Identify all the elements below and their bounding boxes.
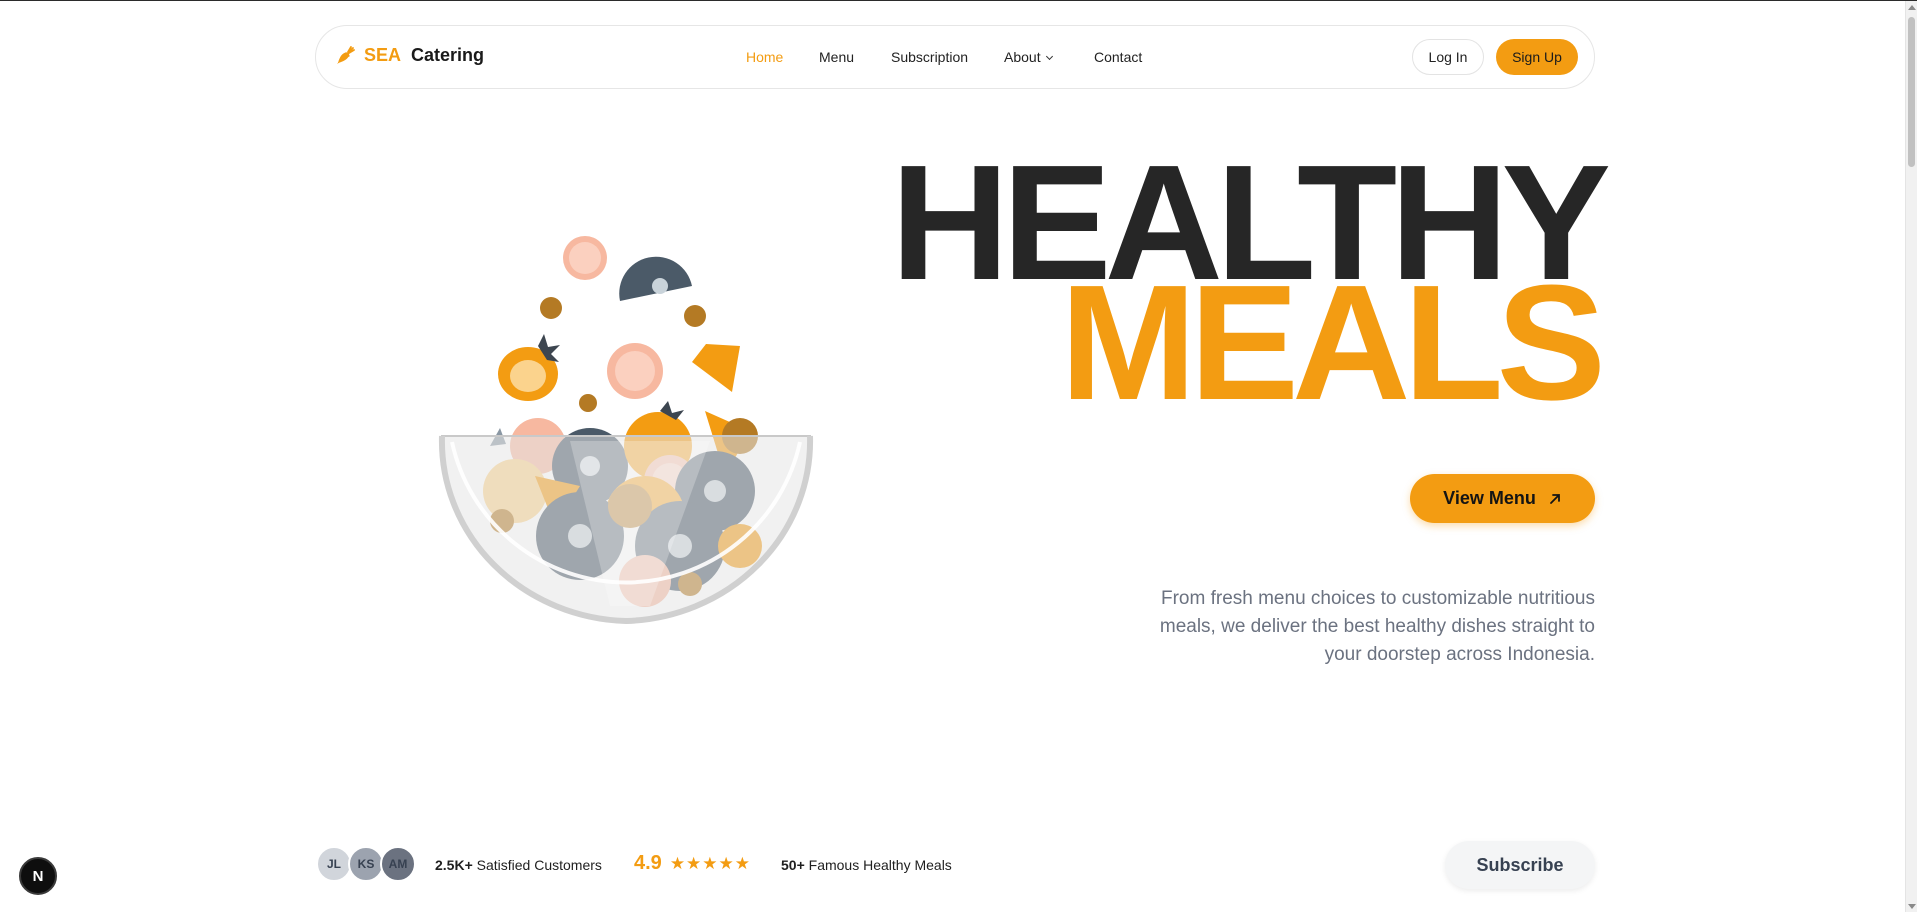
scroll-up-arrow-icon[interactable] xyxy=(1908,5,1916,10)
hero-title-line-2: MEALS xyxy=(1060,251,1606,434)
nav-link-contact[interactable]: Contact xyxy=(1094,49,1142,65)
star-rating-icon: ★★★★★ xyxy=(669,853,752,873)
vertical-scrollbar[interactable] xyxy=(1905,1,1917,912)
nav-link-about-label: About xyxy=(1004,49,1041,65)
carrot-icon xyxy=(337,46,355,64)
customers-count: 2.5K+ xyxy=(435,857,473,873)
nav-link-home[interactable]: Home xyxy=(746,49,783,65)
avatar: JL xyxy=(316,846,352,882)
brand-logo-link[interactable]: SEA Catering xyxy=(334,44,484,66)
view-menu-button[interactable]: View Menu xyxy=(1410,474,1595,523)
rating-value: 4.9 xyxy=(634,852,662,874)
stat-customers: 2.5K+ Satisfied Customers xyxy=(435,857,602,873)
hero-description: From fresh menu choices to customizable … xyxy=(1159,588,1595,665)
meals-label: Famous Healthy Meals xyxy=(808,857,952,873)
login-button[interactable]: Log In xyxy=(1412,39,1484,75)
avatar: AM xyxy=(380,846,416,882)
navbar: SEA Catering Home Menu Subscription Abou… xyxy=(315,25,1595,89)
rating: 4.9 ★★★★★ xyxy=(634,852,751,875)
nextjs-dev-badge-icon[interactable]: N xyxy=(19,857,57,895)
signup-button[interactable]: Sign Up xyxy=(1496,39,1578,75)
stat-meals: 50+ Famous Healthy Meals xyxy=(781,857,952,873)
customers-label: Satisfied Customers xyxy=(476,857,602,873)
chevron-down-icon xyxy=(1045,52,1053,61)
fruit-bowl-illustration xyxy=(438,236,814,625)
nav-link-menu[interactable]: Menu xyxy=(819,49,854,65)
scrollbar-thumb[interactable] xyxy=(1908,17,1915,167)
brand-accent-text: SEA xyxy=(364,44,402,65)
avatar: KS xyxy=(348,846,384,882)
subscribe-button[interactable]: Subscribe xyxy=(1445,841,1595,889)
brand-name-text: Catering xyxy=(411,44,485,65)
arrow-up-right-icon xyxy=(1549,493,1560,504)
view-menu-label: View Menu xyxy=(1443,488,1536,508)
customer-avatars: JL KS AM xyxy=(316,846,416,882)
nav-link-about[interactable]: About xyxy=(1004,49,1053,65)
nav-link-subscription[interactable]: Subscription xyxy=(891,49,968,65)
meals-count: 50+ xyxy=(781,857,805,873)
scroll-down-arrow-icon[interactable] xyxy=(1908,904,1916,909)
